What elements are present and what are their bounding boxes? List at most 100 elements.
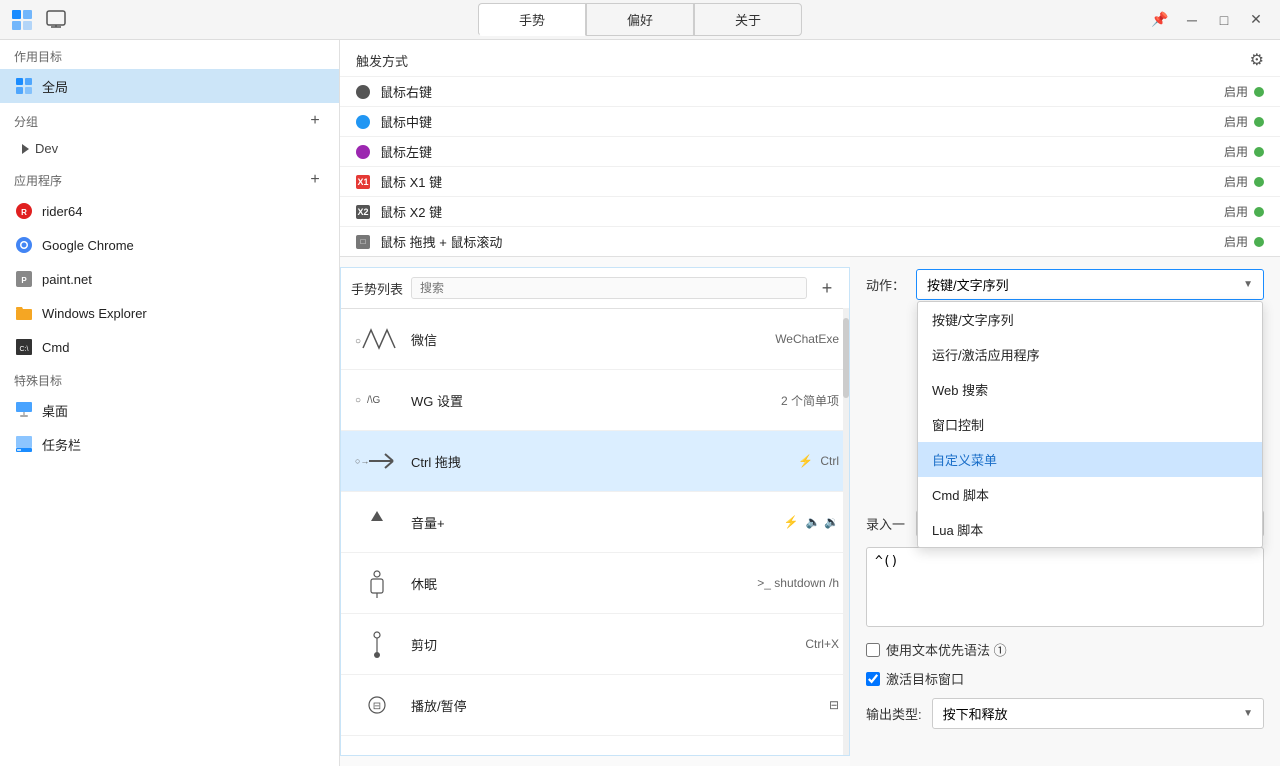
sidebar-item-taskbar[interactable]: 任务栏 xyxy=(0,427,339,461)
tab-gestures[interactable]: 手势 xyxy=(478,3,586,36)
gesture-row-wg[interactable]: ○ /\G WG 设置 2 个简单项 xyxy=(341,370,849,431)
trigger-name-drag: 鼠标 拖拽 + 鼠标滚动 xyxy=(380,232,1224,251)
action-textarea[interactable]: ^() xyxy=(866,547,1264,627)
gesture-action-play: ⊟ xyxy=(829,698,839,712)
sidebar-item-rider64[interactable]: R rider64 xyxy=(0,194,339,228)
trigger-dot-middle xyxy=(356,115,370,129)
chrome-label: Google Chrome xyxy=(42,238,134,253)
add-group-button[interactable]: + xyxy=(305,111,325,131)
explorer-icon xyxy=(14,303,34,323)
pin-button[interactable]: 📌 xyxy=(1146,6,1174,34)
cmd-icon: C:\ xyxy=(14,337,34,357)
minimize-button[interactable]: ─ xyxy=(1178,6,1206,34)
sidebar-item-global[interactable]: 全局 xyxy=(0,69,339,103)
group-dev-label: Dev xyxy=(35,141,58,156)
paintnet-label: paint.net xyxy=(42,272,92,287)
gesture-name-cut: 剪切 xyxy=(411,635,797,654)
trigger-dot-left xyxy=(356,145,370,159)
gesture-shape-wechat: ○ xyxy=(351,317,403,361)
dropdown-item-lua[interactable]: Lua 脚本 xyxy=(918,512,1262,547)
use-text-priority-checkbox[interactable] xyxy=(866,643,880,657)
scrollbar-track[interactable] xyxy=(843,308,849,755)
action-panel: 动作： 按键/文字序列 ▼ 按键/文字序列 运行/激活应用程序 Web 搜索 窗… xyxy=(850,257,1280,766)
expand-icon xyxy=(22,144,29,154)
titlebar: 手势 偏好 关于 📌 ─ □ ✕ xyxy=(0,0,1280,40)
ctrl-action-label: Ctrl xyxy=(820,454,839,468)
app-label: 应用程序 xyxy=(14,172,62,189)
gesture-row-play[interactable]: ⊟ 播放/暂停 ⊟ xyxy=(341,675,849,736)
trigger-dot-right xyxy=(356,85,370,99)
group-header: 分组 + xyxy=(0,103,339,135)
gesture-name-ctrl: Ctrl 拖拽 xyxy=(411,452,790,471)
output-type-select[interactable]: 按下和释放 ▼ xyxy=(932,698,1264,729)
titlebar-tabs: 手势 偏好 关于 xyxy=(478,3,802,36)
titlebar-second-icon xyxy=(44,8,68,32)
maximize-button[interactable]: □ xyxy=(1210,6,1238,34)
output-chevron-down-icon: ▼ xyxy=(1243,708,1253,719)
gesture-row-volume[interactable]: 音量+ ⚡ 🔈 🔉 xyxy=(341,492,849,553)
gesture-rows: ○ 微信 WeChatExe ○ /\G xyxy=(341,309,849,755)
sidebar-item-desktop[interactable]: 桌面 xyxy=(0,393,339,427)
gesture-list-title: 手势列表 xyxy=(351,279,403,298)
scrollbar-thumb[interactable] xyxy=(843,318,849,398)
sidebar-group-dev[interactable]: Dev xyxy=(0,135,339,162)
tab-preferences[interactable]: 偏好 xyxy=(586,3,694,36)
input-row-label: 录入一 xyxy=(866,514,906,533)
trigger-status-left: 启用 xyxy=(1224,143,1248,160)
gesture-row-cut[interactable]: 剪切 Ctrl+X xyxy=(341,614,849,675)
chrome-icon xyxy=(14,235,34,255)
gesture-shape-play: ⊟ xyxy=(351,683,403,727)
special-label: 特殊目标 xyxy=(14,372,62,389)
gesture-action-ctrl: ⚡ Ctrl xyxy=(798,454,839,468)
use-text-priority-label: 使用文本优先语法 ① xyxy=(886,640,1007,659)
dropdown-item-window[interactable]: 窗口控制 xyxy=(918,407,1262,442)
group-label: 分组 xyxy=(14,113,38,130)
gesture-name-wechat: 微信 xyxy=(411,330,767,349)
volume-action-label: 🔈 🔉 xyxy=(806,515,839,529)
titlebar-controls: 📌 ─ □ ✕ xyxy=(1146,6,1270,34)
trigger-status-middle: 启用 xyxy=(1224,113,1248,130)
sidebar-item-chrome[interactable]: Google Chrome xyxy=(0,228,339,262)
trigger-gear-icon[interactable]: ⚙ xyxy=(1250,50,1264,70)
bottom-panel: 手势列表 + ○ 微信 WeChatExe xyxy=(340,257,1280,766)
dropdown-item-custommenu[interactable]: 自定义菜单 xyxy=(918,442,1262,477)
app-header: 应用程序 + xyxy=(0,162,339,194)
svg-text:C:\: C:\ xyxy=(20,346,29,353)
trigger-status-dot-right xyxy=(1254,87,1264,97)
action-type-select[interactable]: 按键/文字序列 ▼ 按键/文字序列 运行/激活应用程序 Web 搜索 窗口控制 … xyxy=(916,269,1264,300)
volume-action-icon: ⚡ xyxy=(783,515,798,529)
dropdown-item-run[interactable]: 运行/激活应用程序 xyxy=(918,337,1262,372)
dropdown-item-web[interactable]: Web 搜索 xyxy=(918,372,1262,407)
gesture-search-input[interactable] xyxy=(411,277,807,299)
trigger-header: 触发方式 ⚙ xyxy=(340,40,1280,76)
trigger-name-middle: 鼠标中键 xyxy=(380,112,1224,131)
gesture-action-sleep: >_ shutdown /h xyxy=(757,576,839,590)
action-textarea-container: ^() xyxy=(866,547,1264,630)
sidebar-item-paintnet[interactable]: P paint.net xyxy=(0,262,339,296)
trigger-status-dot-middle xyxy=(1254,117,1264,127)
gesture-name-play: 播放/暂停 xyxy=(411,696,821,715)
sidebar-item-cmd[interactable]: C:\ Cmd xyxy=(0,330,339,364)
gesture-name-wg: WG 设置 xyxy=(411,391,773,410)
action-label: 动作： xyxy=(866,275,906,294)
gesture-row-sleep[interactable]: 休眠 >_ shutdown /h xyxy=(341,553,849,614)
dropdown-item-cmd[interactable]: Cmd 脚本 xyxy=(918,477,1262,512)
trigger-section: 触发方式 ⚙ 鼠标右键 启用 鼠标中键 启用 鼠标左键 启用 xyxy=(340,40,1280,257)
dropdown-item-keyseq[interactable]: 按键/文字序列 xyxy=(918,302,1262,337)
trigger-status-dot-x2 xyxy=(1254,207,1264,217)
svg-text:○: ○ xyxy=(355,336,361,347)
activate-window-checkbox[interactable] xyxy=(866,672,880,686)
desktop-label: 桌面 xyxy=(42,401,68,420)
gesture-row-ctrl[interactable]: ○→ Ctrl 拖拽 ⚡ Ctrl xyxy=(341,431,849,492)
trigger-status-x1: 启用 xyxy=(1224,173,1248,190)
trigger-row-drag: □ 鼠标 拖拽 + 鼠标滚动 启用 xyxy=(340,226,1280,256)
trigger-row-x2: X2 鼠标 X2 键 启用 xyxy=(340,196,1280,226)
tab-about[interactable]: 关于 xyxy=(694,3,802,36)
output-label: 输出类型: xyxy=(866,704,922,723)
close-button[interactable]: ✕ xyxy=(1242,6,1270,34)
sidebar-item-explorer[interactable]: Windows Explorer xyxy=(0,296,339,330)
gesture-row-wechat[interactable]: ○ 微信 WeChatExe xyxy=(341,309,849,370)
add-app-button[interactable]: + xyxy=(305,170,325,190)
gesture-add-button[interactable]: + xyxy=(815,276,839,300)
action-target-label: 作用目标 xyxy=(14,48,62,65)
